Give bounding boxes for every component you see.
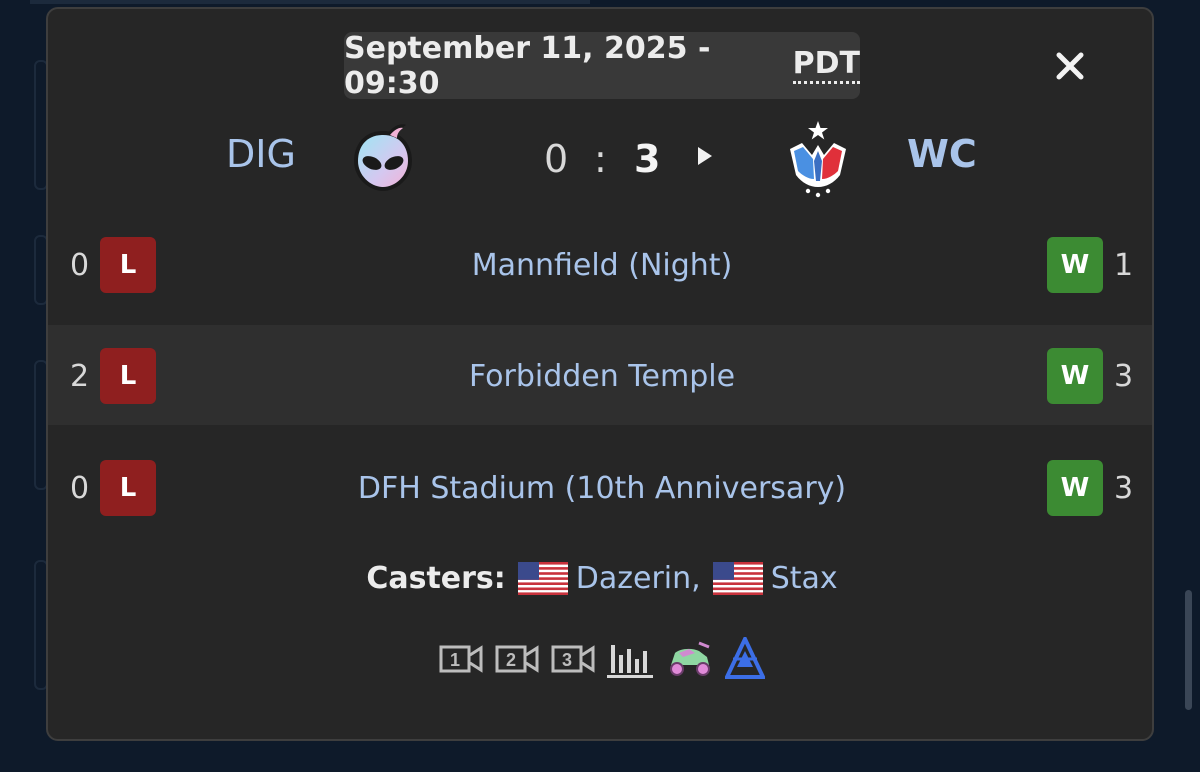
- map-name[interactable]: Forbidden Temple: [48, 359, 1152, 394]
- caster-name[interactable]: Stax: [771, 561, 838, 596]
- car-stats-button[interactable]: [665, 639, 713, 679]
- map-name[interactable]: Mannfield (Night): [48, 248, 1152, 283]
- game-right-score: 3: [1114, 359, 1134, 394]
- map-name[interactable]: DFH Stadium (10th Anniversary): [48, 471, 1152, 506]
- score-right: 3: [634, 137, 661, 181]
- vod-2-button[interactable]: 2: [495, 644, 539, 674]
- match-date: September 11, 2025 - 09:30 PDT: [344, 30, 860, 101]
- game-right-score: 1: [1114, 248, 1134, 283]
- win-badge: W: [1047, 237, 1103, 293]
- play-icon[interactable]: [696, 145, 714, 167]
- score-left: 0: [544, 137, 569, 181]
- close-icon: [1056, 52, 1084, 80]
- stats-button[interactable]: [607, 639, 653, 679]
- vod-number: 2: [506, 650, 516, 670]
- media-links: 1 2 3: [48, 637, 1152, 681]
- game-row[interactable]: 0 L Mannfield (Night) W 1: [48, 214, 1152, 314]
- casters-label: Casters:: [366, 561, 506, 596]
- vod-1-button[interactable]: 1: [439, 644, 483, 674]
- blast-button[interactable]: [725, 637, 765, 681]
- stats-icon: [607, 645, 653, 678]
- us-flag-icon: [517, 562, 568, 595]
- match-date-text: September 11, 2025 - 09:30: [344, 30, 711, 101]
- team-left-name[interactable]: DIG: [226, 132, 296, 176]
- video-camera-icon: 1: [439, 645, 483, 673]
- game-right-score: 3: [1114, 471, 1134, 506]
- background-divider: [30, 0, 590, 4]
- blast-logo: [725, 637, 765, 679]
- close-button[interactable]: [1051, 47, 1089, 85]
- match-timezone[interactable]: PDT: [792, 47, 860, 84]
- casters-line: Casters: Dazerin, Stax: [48, 561, 1152, 596]
- win-badge: W: [1047, 348, 1103, 404]
- win-badge: W: [1047, 460, 1103, 516]
- score-separator: :: [594, 137, 607, 181]
- game-row[interactable]: 2 L Forbidden Temple W 3: [48, 325, 1152, 425]
- vod-number: 1: [450, 650, 460, 670]
- alien-logo[interactable]: [350, 121, 416, 193]
- caster-name[interactable]: Dazerin,: [576, 561, 701, 596]
- page-scrollbar[interactable]: [1185, 590, 1192, 710]
- vod-number: 3: [562, 650, 572, 670]
- game-row[interactable]: 0 L DFH Stadium (10th Anniversary) W 3: [48, 437, 1152, 537]
- video-camera-icon: 2: [495, 645, 539, 673]
- crown-star-logo[interactable]: [786, 121, 850, 199]
- car-icon: [670, 641, 710, 676]
- us-flag-icon: [712, 562, 763, 595]
- video-camera-icon: 3: [551, 645, 595, 673]
- team-right-name[interactable]: WC: [907, 132, 977, 176]
- vod-3-button[interactable]: 3: [551, 644, 595, 674]
- match-details-modal: September 11, 2025 - 09:30 PDT DIG 0 : 3: [46, 7, 1154, 741]
